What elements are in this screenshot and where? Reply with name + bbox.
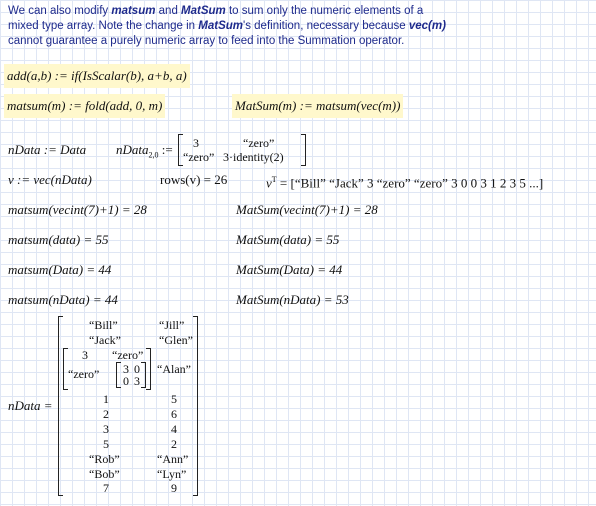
matrix-cell: 7 xyxy=(103,481,109,495)
result-right-4[interactable]: MatSum(nData) = 53 xyxy=(236,292,349,308)
matrix-cell: “Bob” xyxy=(89,467,120,481)
ndata-display-label[interactable]: nData = xyxy=(8,398,53,414)
matrix-cell: “Glen” xyxy=(159,333,193,347)
matrix-cell: “zero” xyxy=(112,348,144,362)
result-right-1[interactable]: MatSum(vecint(7)+1) = 28 xyxy=(236,202,378,218)
result-left-2[interactable]: matsum(data) = 55 xyxy=(8,232,109,248)
matrix-cell: 2 xyxy=(103,407,109,421)
result-right-3[interactable]: MatSum(Data) = 44 xyxy=(236,262,342,278)
matrix-cell: “Lyn” xyxy=(157,467,187,481)
MatSum-definition[interactable]: MatSum(m) := matsum(vec(m)) xyxy=(232,94,404,118)
result-right-2[interactable]: MatSum(data) = 55 xyxy=(236,232,339,248)
result-left-3[interactable]: matsum(Data) = 44 xyxy=(8,262,111,278)
ndata-sub-assignment[interactable]: nData2,0 := xyxy=(116,142,173,164)
matrix-cell: “Alan” xyxy=(157,362,191,376)
matrix-cell: 0 xyxy=(123,374,129,388)
inner-identity-matrix: 3 0 0 3 xyxy=(116,362,146,388)
ndata-sub-matrix: 3 “zero” “zero” 3·identity(2) xyxy=(178,134,306,166)
matrix-cell: 6 xyxy=(171,407,177,421)
matsum-definition[interactable]: matsum(m) := fold(add, 0, m) xyxy=(4,94,166,118)
result-left-1[interactable]: matsum(vecint(7)+1) = 28 xyxy=(8,202,147,218)
matrix-cell: 9 xyxy=(171,481,177,495)
matrix-cell: 3 xyxy=(193,136,199,150)
ndata-matrix: “Bill” “Jill” “Jack” “Glen” 3 “zero” “ze… xyxy=(58,316,198,496)
nested-matrix: 3 “zero” “zero” 3 0 0 3 xyxy=(63,348,151,390)
matrix-cell: “zero” xyxy=(183,150,215,164)
MatSum-ref: MatSum xyxy=(181,5,226,17)
MatSum-ref-2: MatSum xyxy=(198,20,244,32)
matrix-cell: “Ann” xyxy=(157,452,189,466)
rows-v-result[interactable]: rows(v) = 26 xyxy=(160,172,227,188)
matrix-cell: 3 xyxy=(103,422,109,436)
matrix-cell: 1 xyxy=(103,392,109,406)
matrix-cell: “Rob” xyxy=(89,452,120,466)
add-definition[interactable]: add(a,b) := if(IsScalar(b), a+b, a) xyxy=(4,64,190,88)
matrix-cell: 3·identity(2) xyxy=(223,150,284,164)
ndata-assignment[interactable]: nData := Data xyxy=(8,142,86,158)
matrix-cell: 4 xyxy=(171,422,177,436)
matsum-ref: matsum xyxy=(111,5,156,17)
v-transpose-result[interactable]: vT = [“Bill” “Jack” 3 “zero” “zero” 3 0 … xyxy=(266,172,543,191)
matrix-cell: 3 xyxy=(82,348,88,362)
matrix-cell: 5 xyxy=(171,392,177,406)
matrix-cell: “zero” xyxy=(243,136,275,150)
v-definition[interactable]: v := vec(nData) xyxy=(8,172,92,188)
explanation-note: We can also modify matsum and MatSum to … xyxy=(8,5,446,47)
matrix-cell: “Bill” xyxy=(89,318,118,332)
matrix-cell: “zero” xyxy=(68,367,100,381)
matrix-cell: 2 xyxy=(171,437,177,451)
matrix-cell: “Jill” xyxy=(159,318,185,332)
matrix-cell: 5 xyxy=(103,437,109,451)
matrix-cell: 3 xyxy=(134,374,140,388)
matrix-cell: “Jack” xyxy=(89,333,121,347)
vecm-ref: vec(m) xyxy=(408,20,446,32)
result-left-4[interactable]: matsum(nData) = 44 xyxy=(8,292,118,308)
